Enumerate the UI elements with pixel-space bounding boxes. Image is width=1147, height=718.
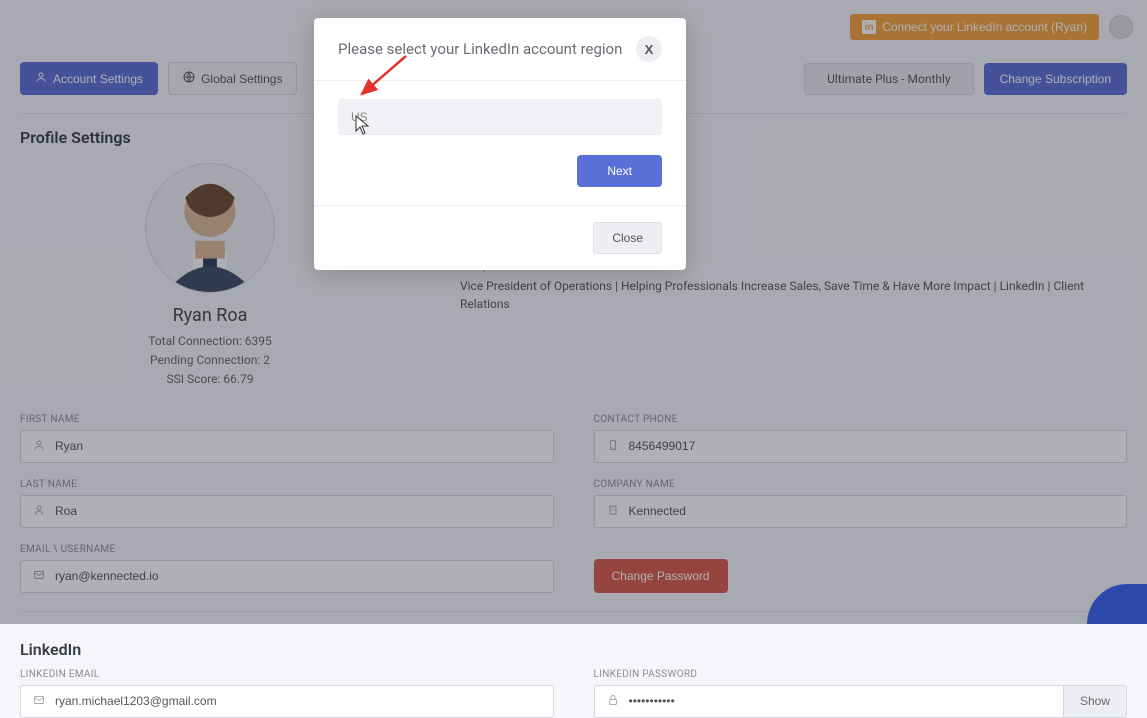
linkedin-password-input[interactable] (629, 694, 1051, 708)
modal-body: Next (314, 81, 686, 206)
modal-footer: Close (314, 206, 686, 270)
linkedin-password-input-wrap[interactable] (594, 685, 1064, 718)
modal-close-button[interactable]: Close (593, 222, 662, 254)
linkedin-section: LinkedIn LINKEDIN EMAIL LINKEDIN PASSWOR… (20, 640, 1127, 718)
linkedin-email-field: LINKEDIN EMAIL (20, 669, 554, 718)
linkedin-email-input[interactable] (55, 694, 541, 708)
modal-header: Please select your LinkedIn account regi… (314, 18, 686, 81)
linkedin-password-label: LINKEDIN PASSWORD (594, 669, 1128, 680)
lock-icon (607, 694, 619, 709)
show-password-button[interactable]: Show (1064, 685, 1127, 718)
linkedin-email-input-wrap[interactable] (20, 685, 554, 718)
linkedin-section-title: LinkedIn (20, 640, 1127, 659)
modal-overlay: Please select your LinkedIn account regi… (0, 0, 1147, 624)
mail-icon (33, 694, 45, 709)
region-input[interactable] (338, 99, 662, 135)
modal-title: Please select your LinkedIn account regi… (338, 40, 622, 58)
linkedin-password-field: LINKEDIN PASSWORD Show (594, 669, 1128, 718)
region-modal: Please select your LinkedIn account regi… (314, 18, 686, 270)
linkedin-email-label: LINKEDIN EMAIL (20, 669, 554, 680)
modal-close-x-button[interactable]: X (636, 36, 662, 62)
modal-next-button[interactable]: Next (577, 155, 662, 187)
region-input-wrap (338, 99, 662, 135)
